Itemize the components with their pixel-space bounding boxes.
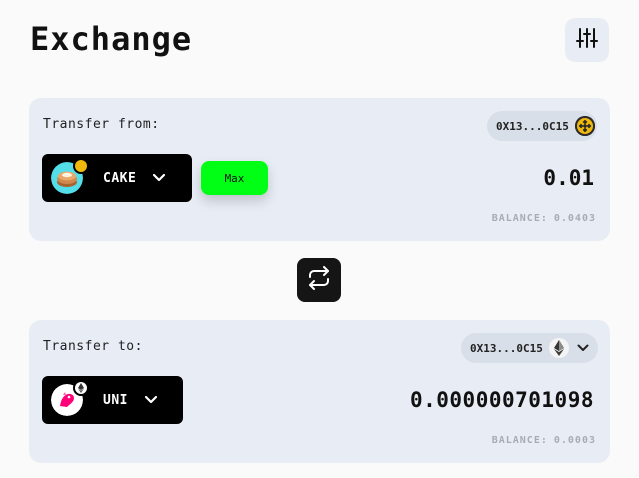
to-token-select[interactable]: UNI	[42, 376, 183, 424]
to-balance-value: 0.0003	[553, 435, 596, 446]
bnb-chain-icon	[73, 158, 89, 174]
swap-arrows-icon	[307, 266, 331, 294]
from-balance: BALANCE: 0.0403	[492, 213, 596, 224]
transfer-from-panel: Transfer from: 0X13...0C15 CAKE Max 0.01…	[29, 98, 610, 241]
ethereum-icon	[73, 380, 89, 396]
from-amount-input[interactable]	[334, 166, 594, 190]
from-token-symbol: CAKE	[103, 170, 137, 186]
chevron-down-icon	[577, 344, 589, 352]
transfer-to-panel: Transfer to: 0X13...0C15 UNI 0.000000701…	[29, 320, 610, 463]
to-balance: BALANCE: 0.0003	[492, 435, 596, 446]
settings-button[interactable]	[565, 18, 609, 62]
to-balance-label: BALANCE:	[491, 435, 548, 446]
ethereum-icon	[548, 338, 569, 358]
uni-token-icon	[51, 380, 89, 416]
to-address-pill[interactable]: 0X13...0C15	[461, 333, 598, 363]
from-balance-value: 0.0403	[553, 213, 596, 224]
chevron-down-icon	[144, 395, 158, 405]
from-amount[interactable]	[334, 166, 594, 190]
from-address-pill[interactable]: 0X13...0C15	[487, 111, 597, 141]
transfer-to-label: Transfer to:	[43, 339, 143, 354]
sliders-icon	[575, 26, 599, 54]
max-button[interactable]: Max	[201, 161, 268, 195]
to-token-symbol: UNI	[103, 392, 128, 408]
from-token-select[interactable]: CAKE	[42, 154, 192, 202]
to-address-text: 0X13...0C15	[470, 341, 543, 355]
chevron-down-icon	[152, 173, 166, 183]
transfer-from-label: Transfer from:	[43, 117, 160, 132]
bnb-chain-icon	[574, 116, 595, 136]
from-address-text: 0X13...0C15	[496, 119, 569, 133]
from-balance-label: BALANCE:	[491, 213, 548, 224]
cake-token-icon	[51, 158, 89, 194]
page-title: Exchange	[30, 20, 193, 58]
swap-direction-button[interactable]	[297, 258, 341, 302]
to-amount: 0.000000701098	[409, 388, 594, 412]
